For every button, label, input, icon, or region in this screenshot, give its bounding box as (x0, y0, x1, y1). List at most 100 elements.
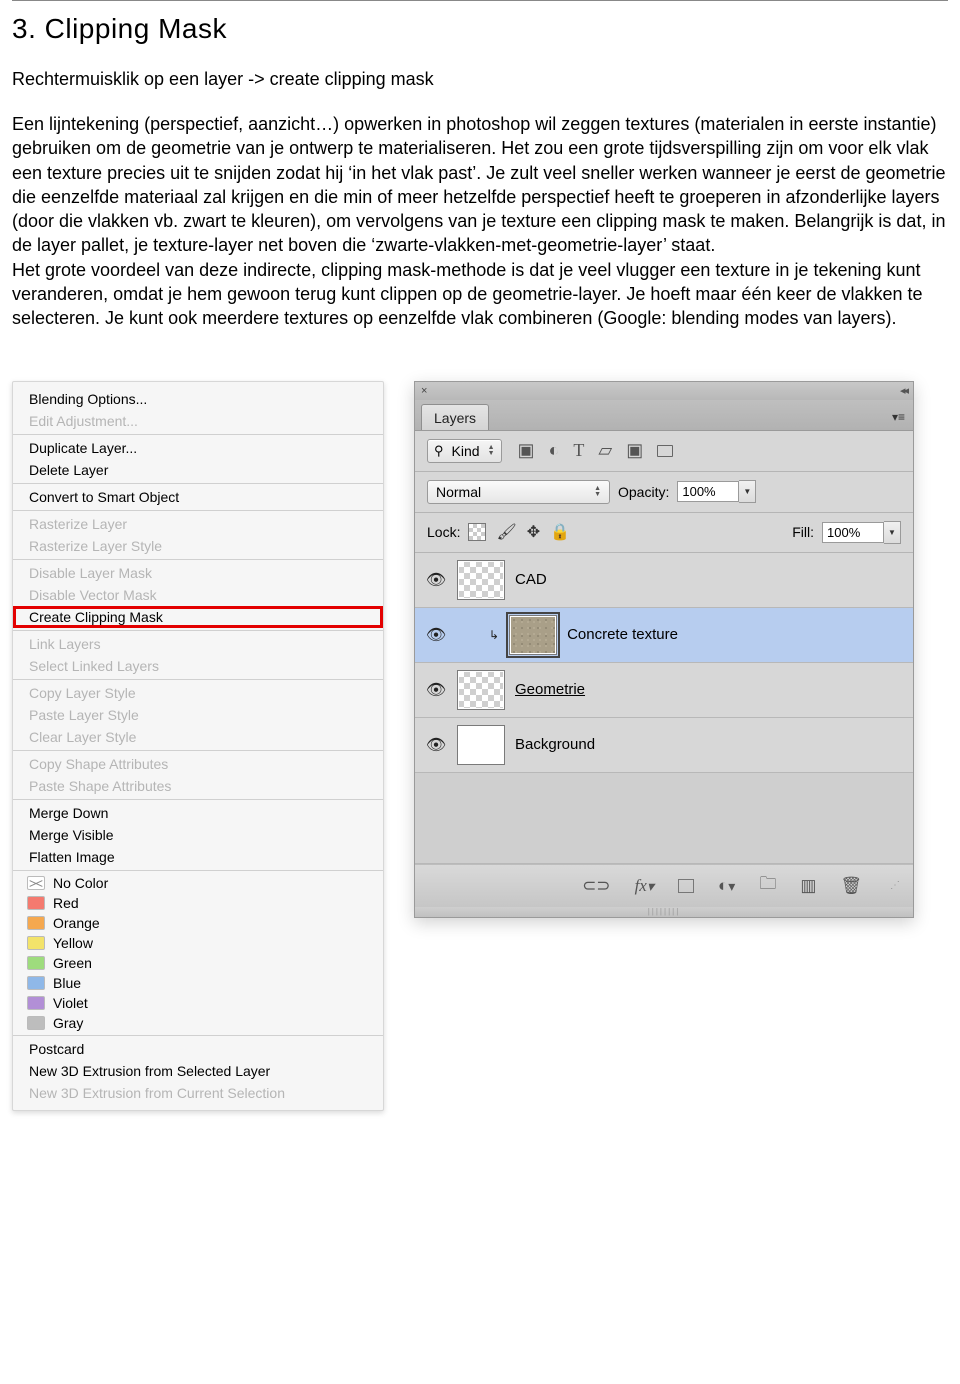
resize-grip-icon: ⋰ (890, 880, 899, 891)
layer-list: 👁 CAD 👁 ↳ Concrete texture 👁 Geometrie 👁 Backgro… (415, 553, 913, 773)
layer-name[interactable]: Geometrie (515, 681, 903, 698)
menu-item[interactable]: Blending Options... (13, 388, 383, 410)
filter-pixel-icon[interactable]: ▣ (518, 440, 535, 461)
menu-item: Rasterize Layer Style (13, 535, 383, 557)
color-swatch (27, 876, 45, 890)
menu-item[interactable]: Postcard (13, 1038, 383, 1060)
menu-item: Link Layers (13, 633, 383, 655)
menu-item[interactable]: Duplicate Layer... (13, 437, 383, 459)
visibility-eye-icon[interactable]: 👁 (425, 735, 447, 755)
color-swatch (27, 996, 45, 1010)
menu-color-item[interactable]: Gray (13, 1013, 383, 1033)
new-layer-icon[interactable]: ▥ (800, 876, 816, 896)
menu-item[interactable]: Merge Visible (13, 824, 383, 846)
blend-mode-select[interactable]: Normal ▲▼ (427, 480, 610, 504)
filter-type-icon[interactable]: T (573, 440, 584, 461)
lock-label: Lock: (427, 524, 460, 540)
layer-row[interactable]: 👁 Geometrie (415, 663, 913, 718)
menu-item: Clear Layer Style (13, 726, 383, 748)
menu-item: Paste Shape Attributes (13, 775, 383, 797)
color-label: Orange (53, 915, 100, 931)
group-icon[interactable]: 🗀 (759, 871, 776, 900)
body-text: Een lijntekening (perspectief, aanzicht…… (12, 112, 948, 331)
filter-shape-icon[interactable]: ▱ (598, 440, 612, 461)
menu-item: Copy Layer Style (13, 682, 383, 704)
layer-row[interactable]: 👁 ↳ Concrete texture (415, 608, 913, 663)
menu-item[interactable]: Convert to Smart Object (13, 486, 383, 508)
filter-toggle[interactable] (657, 445, 673, 457)
color-swatch (27, 896, 45, 910)
layer-name[interactable]: Concrete texture (567, 626, 903, 643)
fill-label: Fill: (792, 524, 814, 540)
fx-icon[interactable]: fx▾ (635, 876, 654, 896)
layer-name[interactable]: CAD (515, 571, 903, 588)
opacity-dropdown[interactable]: ▼ (739, 480, 756, 503)
panel-menu-icon[interactable]: ▾≡ (884, 410, 913, 430)
layer-row[interactable]: 👁 Background (415, 718, 913, 773)
layer-row[interactable]: 👁 CAD (415, 553, 913, 608)
menu-color-item[interactable]: Violet (13, 993, 383, 1013)
filter-adjustment-icon[interactable]: ◐ (549, 440, 560, 461)
color-label: Violet (53, 995, 88, 1011)
fill-input[interactable] (822, 522, 884, 543)
visibility-eye-icon[interactable]: 👁 (425, 625, 447, 645)
color-swatch (27, 916, 45, 930)
menu-item: New 3D Extrusion from Current Selection (13, 1082, 383, 1104)
color-label: Yellow (53, 935, 93, 951)
layer-thumbnail[interactable] (509, 615, 557, 655)
menu-item[interactable]: Create Clipping Mask (13, 606, 383, 628)
menu-item: Rasterize Layer (13, 513, 383, 535)
adjustment-layer-icon[interactable]: ◐▾ (718, 876, 735, 896)
layers-panel: × ◂◂ Layers ▾≡ ⚲ Kind ▲▼ ▣ ◐ T ▱ ▣ (414, 381, 914, 918)
menu-item[interactable]: Delete Layer (13, 459, 383, 481)
visibility-eye-icon[interactable]: 👁 (425, 570, 447, 590)
visibility-eye-icon[interactable]: 👁 (425, 680, 447, 700)
menu-color-item[interactable]: No Color (13, 873, 383, 893)
fill-dropdown[interactable]: ▼ (884, 521, 901, 544)
menu-item: Paste Layer Style (13, 704, 383, 726)
layer-mask-icon[interactable] (678, 879, 694, 893)
link-layers-icon[interactable]: ⊂⊃ (582, 876, 611, 896)
layer-thumbnail[interactable] (457, 725, 505, 765)
menu-item[interactable]: Flatten Image (13, 846, 383, 868)
color-label: Blue (53, 975, 81, 991)
lock-brush-icon[interactable]: 🖌 (496, 522, 516, 542)
clipping-indicator-icon: ↳ (489, 628, 499, 642)
color-swatch (27, 976, 45, 990)
layer-thumbnail[interactable] (457, 560, 505, 600)
menu-item: Select Linked Layers (13, 655, 383, 677)
menu-color-item[interactable]: Red (13, 893, 383, 913)
filter-smart-icon[interactable]: ▣ (626, 440, 643, 461)
filter-kind-select[interactable]: ⚲ Kind ▲▼ (427, 439, 502, 463)
layer-thumbnail[interactable] (457, 670, 505, 710)
lock-transparency-icon[interactable] (468, 523, 486, 541)
opacity-label: Opacity: (618, 484, 669, 500)
menu-item: Disable Layer Mask (13, 562, 383, 584)
layer-name[interactable]: Background (515, 736, 903, 753)
menu-item: Copy Shape Attributes (13, 753, 383, 775)
menu-item: Edit Adjustment... (13, 410, 383, 432)
trash-icon[interactable]: 🗑 (840, 876, 862, 896)
color-label: Red (53, 895, 79, 911)
menu-item[interactable]: Merge Down (13, 802, 383, 824)
close-icon[interactable]: × (415, 385, 433, 397)
color-swatch (27, 956, 45, 970)
collapse-icon[interactable]: ◂◂ (894, 384, 913, 397)
layer-context-menu: Blending Options...Edit Adjustment... Dup… (12, 381, 384, 1111)
intro-text: Rechtermuisklik op een layer -> create c… (12, 69, 948, 90)
menu-color-item[interactable]: Green (13, 953, 383, 973)
lock-move-icon[interactable]: ✥ (527, 522, 540, 542)
color-label: No Color (53, 875, 108, 891)
section-heading: 3. Clipping Mask (12, 13, 948, 45)
menu-color-item[interactable]: Orange (13, 913, 383, 933)
color-label: Green (53, 955, 92, 971)
opacity-input[interactable] (677, 481, 739, 502)
tab-layers[interactable]: Layers (421, 404, 489, 430)
color-swatch (27, 936, 45, 950)
menu-color-item[interactable]: Yellow (13, 933, 383, 953)
color-label: Gray (53, 1015, 83, 1031)
menu-item[interactable]: New 3D Extrusion from Selected Layer (13, 1060, 383, 1082)
lock-all-icon[interactable]: 🔒 (550, 522, 570, 542)
menu-color-item[interactable]: Blue (13, 973, 383, 993)
search-icon: ⚲ (434, 443, 444, 459)
